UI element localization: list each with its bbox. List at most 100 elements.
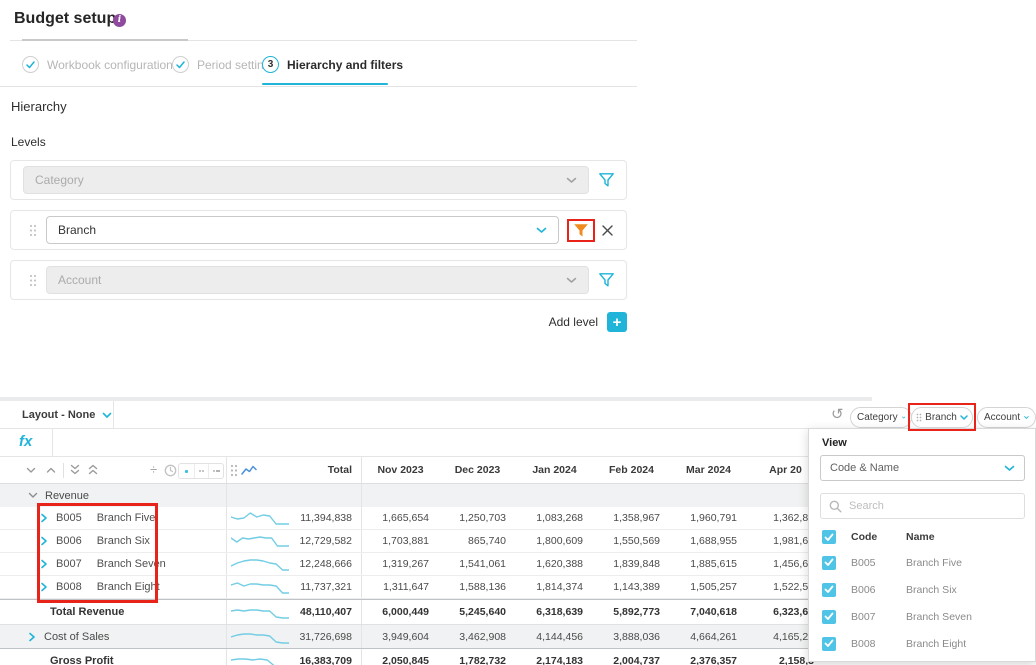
expand-icon[interactable] [40, 513, 49, 523]
grid-row-revenue[interactable]: Revenue [0, 484, 872, 507]
checkbox-checked-icon[interactable] [822, 637, 836, 651]
row-name: Branch Five [97, 512, 156, 524]
search-input[interactable] [849, 500, 1009, 512]
expand-row-icon[interactable] [46, 467, 56, 474]
row-label: B008Branch Eight [0, 576, 227, 598]
grid-row-total-revenue[interactable]: Total Revenue48,110,4076,000,4495,245,64… [0, 599, 872, 625]
checkbox-checked-icon[interactable] [822, 583, 836, 597]
checkbox-checked-icon[interactable] [822, 556, 836, 570]
tab-period-settings[interactable]: Period settings [172, 56, 276, 73]
grid-row-b005[interactable]: B005Branch Five11,394,8381,665,6541,250,… [0, 507, 872, 530]
decimal-format-control[interactable] [178, 463, 224, 479]
tab-hierarchy-and-filters[interactable]: 3 Hierarchy and filters [262, 56, 403, 73]
tab-workbook-configuration[interactable]: Workbook configuration [22, 56, 173, 73]
remove-level-button[interactable] [601, 224, 614, 237]
sparkline-total-cell [227, 484, 362, 507]
filter-active-icon[interactable] [573, 223, 589, 238]
sparkline-total-cell: 12,729,582 [227, 530, 362, 552]
add-level-button[interactable]: + [607, 312, 627, 332]
dimension-pill-branch[interactable]: Branch [911, 407, 973, 428]
branch-option-b008[interactable]: B008Branch Eight [809, 630, 1035, 657]
row-name: Branch Seven [97, 558, 166, 570]
total-value: 12,729,582 [299, 535, 352, 547]
branch-level-select[interactable]: Branch [46, 216, 559, 244]
sparkline-total-cell: 11,737,321 [227, 576, 362, 598]
chevron-down-icon [102, 412, 112, 419]
format-option-icon[interactable] [194, 464, 209, 478]
format-option-icon[interactable] [208, 464, 223, 478]
expand-icon[interactable] [40, 559, 49, 569]
split-rows-icon[interactable]: ÷ [150, 462, 157, 477]
branch-search[interactable] [820, 493, 1025, 519]
value-cell [439, 484, 516, 507]
branch-option-list: B005Branch FiveB006Branch SixB007Branch … [809, 549, 1035, 657]
budget-setup-screen: Budget setup i Workbook configuration Pe… [0, 0, 1036, 665]
value-cell [670, 484, 747, 507]
drag-handle-icon[interactable] [29, 224, 37, 237]
sparkline-chart [231, 604, 289, 621]
branch-option-b006[interactable]: B006Branch Six [809, 576, 1035, 603]
account-level-select[interactable]: Account [46, 266, 589, 294]
grid-row-gross-profit[interactable]: Gross Profit16,383,7092,050,8451,782,732… [0, 648, 872, 665]
formula-button[interactable]: fx [19, 433, 32, 450]
grid-row-b007[interactable]: B007Branch Seven12,248,6661,319,2671,541… [0, 553, 872, 576]
column-header[interactable]: Jan 2024 [516, 457, 593, 483]
view-mode-select[interactable]: Code & Name [820, 455, 1025, 481]
value-cell: 2,174,183 [516, 649, 593, 665]
column-header[interactable]: Mar 2024 [670, 457, 747, 483]
reset-layout-icon[interactable]: ↺ [831, 407, 844, 422]
grid-row-b006[interactable]: B006Branch Six12,729,5821,703,881865,740… [0, 530, 872, 553]
checkbox-checked-icon[interactable] [822, 610, 836, 624]
category-level-select[interactable]: Category [23, 166, 589, 194]
code-column-header: Code [851, 531, 906, 543]
category-filter-button[interactable] [598, 172, 615, 188]
layout-dropdown[interactable]: Layout - None [22, 409, 112, 421]
expand-icon[interactable] [40, 582, 49, 592]
dimension-pill-account[interactable]: Account [977, 407, 1036, 428]
option-name: Branch Six [906, 584, 957, 596]
grid-header-tools: ÷ [0, 457, 227, 483]
row-name: Gross Profit [50, 655, 114, 665]
column-header[interactable]: Nov 2023 [362, 457, 439, 483]
view-label: View [822, 437, 847, 449]
value-cell [516, 484, 593, 507]
format-option-icon[interactable] [179, 464, 194, 478]
collapse-row-icon[interactable] [26, 467, 36, 474]
sparkline-toggle-icon[interactable] [241, 465, 257, 476]
column-header[interactable]: Feb 2024 [593, 457, 670, 483]
chevron-down-icon [1004, 465, 1015, 472]
branch-option-b007[interactable]: B007Branch Seven [809, 603, 1035, 630]
option-name: Branch Seven [906, 611, 972, 623]
chevron-down-icon [566, 277, 577, 284]
select-all-checkbox[interactable] [822, 530, 836, 544]
step-label: Workbook configuration [47, 58, 173, 72]
add-level-label: Add level [549, 315, 598, 329]
branch-option-b005[interactable]: B005Branch Five [809, 549, 1035, 576]
column-header[interactable]: Dec 2023 [439, 457, 516, 483]
value-cell: 6,000,449 [362, 600, 439, 624]
filter-outline-icon [598, 272, 615, 288]
collapse-all-icon[interactable] [70, 464, 80, 476]
expand-icon[interactable] [28, 632, 37, 642]
sparkline-total-cell: 12,248,666 [227, 553, 362, 575]
grid-row-b008[interactable]: B008Branch Eight11,737,3211,311,6471,588… [0, 576, 872, 599]
expand-icon[interactable] [40, 536, 49, 546]
grid-dots-icon[interactable] [230, 464, 238, 477]
sparkline-chart [231, 510, 289, 527]
account-filter-button[interactable] [598, 272, 615, 288]
sparkline-chart [231, 579, 289, 596]
divider [113, 401, 114, 428]
expand-all-icon[interactable] [88, 464, 98, 476]
clock-icon[interactable] [164, 464, 177, 477]
value-cell: 3,462,908 [439, 625, 516, 648]
drag-handle-icon[interactable] [29, 274, 37, 287]
collapse-icon[interactable] [28, 492, 38, 499]
row-label: B006Branch Six [0, 530, 227, 552]
value-cell: 2,004,737 [593, 649, 670, 665]
close-icon [601, 224, 614, 237]
grid-row-cost-of-sales[interactable]: Cost of Sales31,726,6983,949,6043,462,90… [0, 625, 872, 648]
info-icon[interactable]: i [113, 14, 126, 27]
total-value: 31,726,698 [299, 631, 352, 643]
dimension-pill-category[interactable]: Category [850, 407, 912, 428]
grid-header-row: ÷ Total Nov 2023Dec 2023Jan 2024Feb 2024… [0, 457, 872, 484]
